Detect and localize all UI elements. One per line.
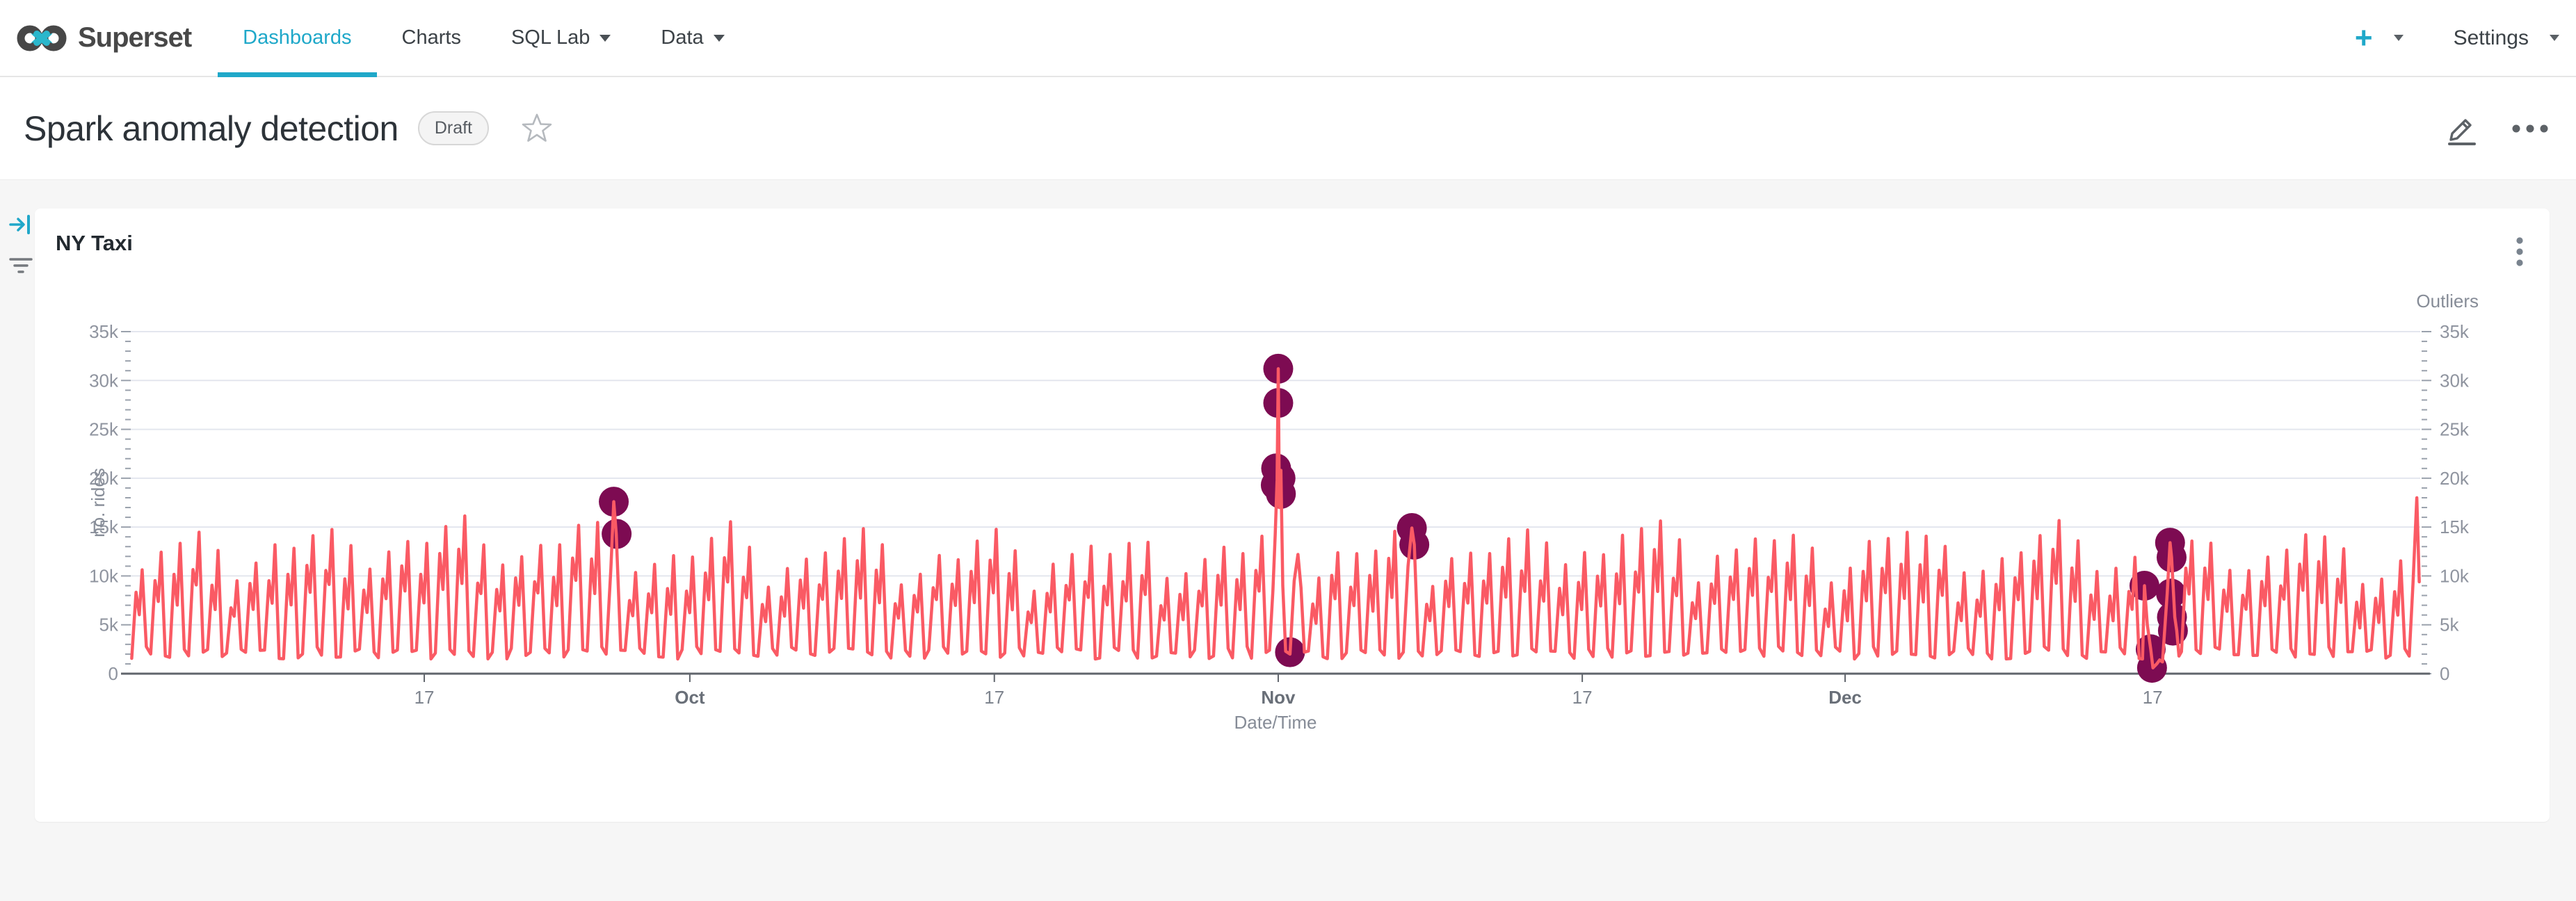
main-nav: Dashboards Charts SQL Lab Data (218, 0, 749, 76)
nav-tab-data[interactable]: Data (636, 0, 749, 76)
expand-filter-bar-icon[interactable] (9, 213, 33, 236)
y-axis-label-right: 35k (2440, 321, 2470, 342)
y-axis-label-left: 35k (89, 321, 119, 342)
settings-menu[interactable]: Settings (2454, 26, 2529, 50)
ny-taxi-anomaly-chart: 005k5k10k10k15k15k20k20k25k25k30k30k35k3… (35, 209, 2550, 822)
x-axis-label: 17 (984, 687, 1004, 708)
brand-name: Superset (78, 22, 191, 54)
y-axis-label-right: 0 (2440, 663, 2449, 684)
y-axis-label-right: 20k (2440, 468, 2470, 489)
superset-logo-icon (15, 22, 68, 55)
top-navbar: Superset Dashboards Charts SQL Lab Data … (0, 0, 2576, 77)
chart-card: NY Taxi 005k5k10k10k15k15k20k20k25k25k30… (35, 209, 2550, 822)
favorite-star-icon[interactable] (521, 113, 553, 145)
y-axis-label-left: 5k (99, 615, 119, 635)
nav-tab-label: SQL Lab (511, 26, 590, 49)
nav-tab-label: Dashboards (243, 26, 351, 49)
y-axis-label-left: 25k (89, 419, 119, 440)
x-axis-label: 17 (1572, 687, 1593, 708)
nav-tab-label: Charts (402, 26, 461, 49)
chevron-down-icon (599, 35, 611, 42)
dashboard-header: Spark anomaly detection Draft (0, 77, 2576, 180)
dashboard-content: NY Taxi 005k5k10k10k15k15k20k20k25k25k30… (0, 180, 2576, 900)
x-axis-label: 17 (2143, 687, 2163, 708)
x-axis-label: Dec (1828, 687, 1862, 708)
y-axis-label-right: 10k (2440, 565, 2470, 586)
superset-brand[interactable]: Superset (15, 0, 191, 76)
chevron-down-icon[interactable] (2550, 35, 2559, 41)
x-axis-label: 17 (414, 687, 435, 708)
nav-tab-label: Data (661, 26, 703, 49)
x-axis-label: Oct (675, 687, 705, 708)
y-axis-label-right: 25k (2440, 419, 2470, 440)
nav-tab-charts[interactable]: Charts (377, 0, 486, 76)
outliers-series-label: Outliers (2416, 291, 2479, 311)
y-axis-label-left: 10k (89, 565, 119, 586)
nav-tab-dashboards[interactable]: Dashboards (218, 0, 376, 76)
chevron-down-icon (714, 35, 725, 42)
y-axis-title: no. rides (88, 468, 108, 537)
y-axis-label-left: 0 (108, 663, 118, 684)
add-new-button[interactable]: + (2355, 23, 2373, 54)
chevron-down-icon[interactable] (2394, 35, 2404, 41)
y-axis-label-right: 30k (2440, 370, 2470, 391)
x-axis-title: Date/Time (1234, 712, 1317, 733)
left-toolbar (6, 213, 36, 276)
status-badge: Draft (418, 111, 489, 145)
dashboard-title: Spark anomaly detection (24, 108, 399, 149)
y-axis-label-right: 15k (2440, 517, 2470, 537)
filter-lines-icon[interactable] (9, 257, 33, 276)
y-axis-label-left: 30k (89, 370, 119, 391)
edit-pencil-icon[interactable] (2444, 111, 2480, 147)
nav-tab-sql-lab[interactable]: SQL Lab (486, 0, 636, 76)
title-actions (2444, 111, 2552, 147)
navbar-right: + Settings (2355, 0, 2563, 76)
x-axis-label: Nov (1261, 687, 1296, 708)
y-axis-label-right: 5k (2440, 615, 2459, 635)
ellipsis-menu-icon[interactable] (2508, 111, 2552, 147)
